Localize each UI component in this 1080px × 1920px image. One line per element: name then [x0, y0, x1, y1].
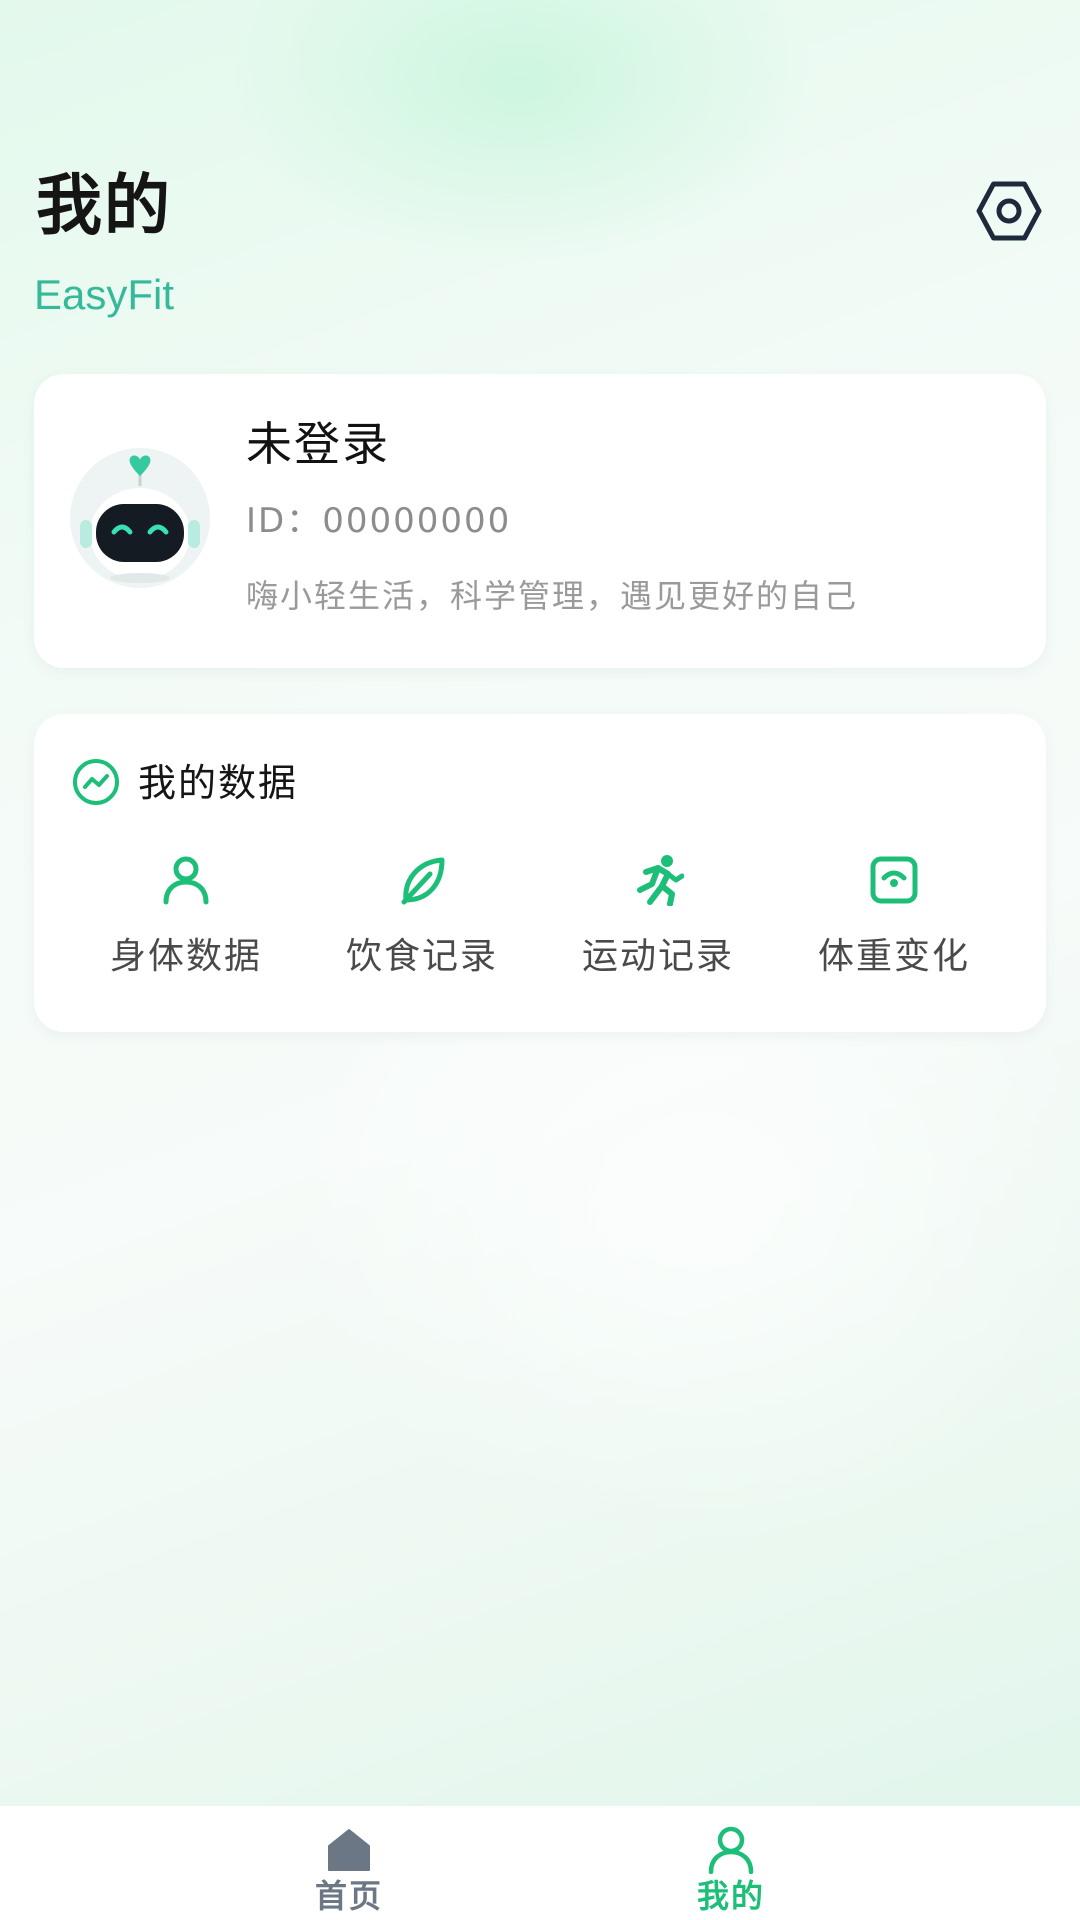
profile-card[interactable]: 未登录 ID：00000000 嗨小轻生活，科学管理，遇见更好的自己 [34, 374, 1046, 668]
running-icon [632, 854, 685, 907]
app-brand-name: EasyFit [34, 271, 175, 318]
data-item-weight[interactable]: 体重变化 [784, 844, 1004, 994]
data-item-diet[interactable]: 饮食记录 [312, 844, 532, 994]
data-item-body[interactable]: 身体数据 [76, 844, 296, 994]
data-item-label: 饮食记录 [345, 936, 498, 977]
robot-avatar-icon [70, 448, 210, 588]
data-item-exercise[interactable]: 运动记录 [548, 844, 768, 994]
tab-mine-label: 我的 [696, 1877, 765, 1915]
gear-icon [976, 181, 1042, 241]
person-icon [160, 854, 212, 906]
trend-chart-icon [72, 758, 120, 806]
user-icon [707, 1826, 755, 1875]
my-data-title: 我的数据 [138, 761, 299, 805]
tab-mine[interactable]: 我的 [631, 1806, 831, 1920]
profile-name[interactable]: 未登录 [246, 414, 390, 474]
data-item-label: 身体数据 [109, 936, 262, 977]
scale-icon [868, 854, 920, 906]
avatar[interactable] [68, 446, 212, 590]
tab-home-label: 首页 [314, 1877, 383, 1915]
settings-button[interactable] [976, 178, 1042, 244]
profile-slogan: 嗨小轻生活，科学管理，遇见更好的自己 [246, 577, 859, 615]
bottom-tab-bar: 首页 我的 [0, 1806, 1080, 1920]
data-item-label: 体重变化 [817, 936, 970, 977]
page-title: 我的 [36, 167, 172, 244]
profile-id: ID：00000000 [246, 501, 512, 541]
data-item-label: 运动记录 [581, 936, 734, 977]
my-data-card: 我的数据 身体数据 饮食记录 运动记录 体重变化 [34, 714, 1046, 1032]
home-icon [325, 1826, 373, 1874]
tab-home[interactable]: 首页 [249, 1806, 449, 1920]
leaf-icon [396, 854, 448, 906]
